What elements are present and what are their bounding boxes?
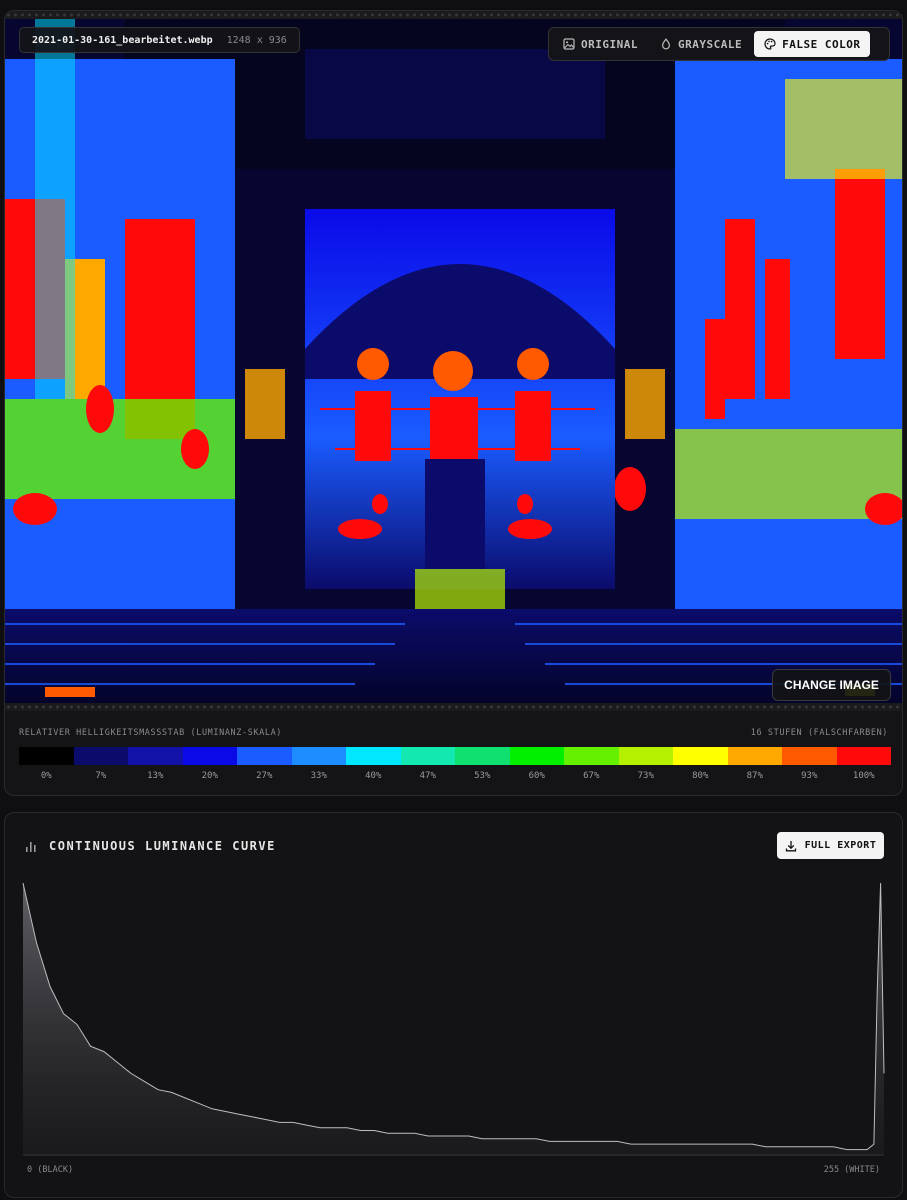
scale-label: 20% (201, 771, 218, 781)
file-dimensions: 1248 x 936 (226, 34, 287, 46)
scale-swatch (182, 747, 237, 765)
scale-label: 87% (746, 771, 763, 781)
luminance-curve-panel: CONTINUOUS LUMINANCE CURVE FULL EXPORT 0… (4, 812, 903, 1198)
scale-swatch (618, 747, 673, 765)
scale-swatch (782, 747, 837, 765)
droplet-icon (661, 38, 670, 50)
curve-title: CONTINUOUS LUMINANCE CURVE (49, 839, 276, 853)
scale-swatch (128, 747, 183, 765)
change-image-button[interactable]: CHANGE IMAGE (772, 669, 891, 701)
scale-label: 27% (256, 771, 273, 781)
scale-swatch (73, 747, 128, 765)
full-export-button[interactable]: FULL EXPORT (777, 832, 884, 859)
download-icon (785, 840, 796, 851)
scale-swatch (727, 747, 782, 765)
scale-label: 80% (692, 771, 709, 781)
scale-swatch (19, 747, 74, 765)
scale-swatch (836, 747, 891, 765)
scale-label: 100% (852, 771, 875, 781)
scale-swatch (346, 747, 401, 765)
scale-swatch (509, 747, 564, 765)
view-mode-toggle: ORIGINAL GRAYSCALE FALSE COLOR (548, 27, 890, 61)
mode-grayscale-button[interactable]: GRAYSCALE (650, 31, 752, 57)
scale-label: 40% (365, 771, 382, 781)
mode-false-color-label: FALSE COLOR (782, 37, 861, 51)
axis-min-label: 0 (BLACK) (27, 1165, 74, 1175)
scale-label: 67% (583, 771, 600, 781)
scale-swatch (455, 747, 510, 765)
scale-swatch (237, 747, 292, 765)
mode-grayscale-label: GRAYSCALE (677, 37, 743, 51)
luminance-scale-steps: 16 STUFEN (FALSCHFARBEN) (750, 728, 888, 738)
mode-original-label: ORIGINAL (581, 37, 638, 51)
scale-label: 53% (474, 771, 491, 781)
luminance-scale-labels: 0% 7% 13% 20% 27% 33% 40% 47% 53% 60% 67% 73% 80% 87%… (19, 771, 891, 781)
luminance-scale-title: RELATIVER HELLIGKEITSMASSSTAB (LUMINANZ-… (19, 728, 283, 738)
scale-label: 73% (637, 771, 654, 781)
scale-swatch (564, 747, 619, 765)
full-export-label: FULL EXPORT (804, 840, 877, 851)
scale-label: 93% (801, 771, 818, 781)
scale-swatch (291, 747, 346, 765)
luminance-curve-chart (22, 882, 885, 1156)
curve-header: CONTINUOUS LUMINANCE CURVE (25, 839, 276, 853)
image-icon (563, 38, 575, 50)
file-name: 2021-01-30-161_bearbeitet.webp (32, 34, 213, 46)
film-perforation-top (5, 11, 902, 19)
palette-icon (764, 38, 776, 50)
bar-chart-icon (26, 842, 36, 852)
image-viewer: 2021-01-30-161_bearbeitet.webp 1248 x 93… (4, 10, 903, 796)
mode-original-button[interactable]: ORIGINAL (553, 31, 648, 57)
luminance-color-scale (19, 747, 891, 765)
scale-swatch (400, 747, 455, 765)
scale-label: 13% (147, 771, 164, 781)
file-info-chip: 2021-01-30-161_bearbeitet.webp 1248 x 93… (19, 27, 300, 53)
scale-label: 33% (310, 771, 327, 781)
film-perforation-bottom (5, 703, 902, 711)
scale-label: 60% (528, 771, 545, 781)
scale-swatch (673, 747, 728, 765)
scale-label: 7% (95, 771, 107, 781)
luminance-area (23, 883, 884, 1155)
axis-max-label: 255 (WHITE) (823, 1165, 880, 1175)
scale-label: 47% (419, 771, 436, 781)
scale-label: 0% (40, 771, 52, 781)
mode-false-color-button[interactable]: FALSE COLOR (754, 31, 871, 57)
false-color-image-render (5, 19, 902, 703)
false-color-image (5, 19, 902, 703)
